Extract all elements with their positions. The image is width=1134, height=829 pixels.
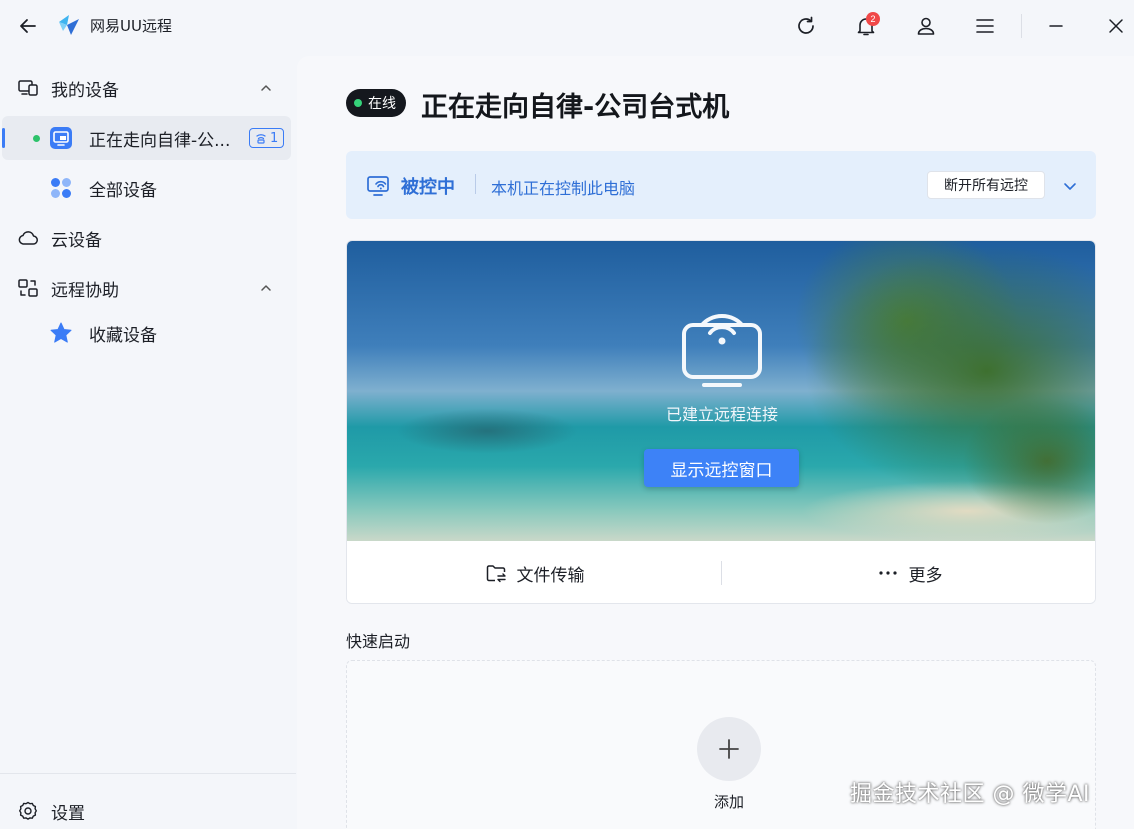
notification-badge: 2	[866, 12, 880, 26]
refresh-icon[interactable]	[791, 11, 821, 41]
sidebar-item-label: 正在走向自律-公...	[89, 130, 231, 151]
cloud-icon	[17, 227, 39, 249]
more-label: 更多	[908, 565, 943, 586]
sidebar: 我的设备 正在走向自律-公... 1 全部设备 云设备 远程协助 收藏设备 设置	[0, 52, 296, 829]
settings-label: 设置	[51, 803, 85, 824]
monitor-icon	[49, 126, 73, 150]
titlebar-divider	[1021, 14, 1022, 38]
user-icon[interactable]	[911, 11, 941, 41]
online-dot	[354, 99, 362, 107]
session-count: 1	[270, 130, 279, 146]
online-status-pill: 在线	[346, 89, 406, 117]
sidebar-label: 远程协助	[51, 280, 119, 301]
show-remote-window-button[interactable]: 显示远控窗口	[644, 449, 799, 487]
settings-button[interactable]: 设置	[0, 791, 296, 829]
sidebar-item-all-devices[interactable]: 全部设备	[0, 166, 292, 210]
more-button[interactable]: 更多	[722, 541, 1095, 603]
minimize-icon[interactable]	[1041, 11, 1071, 41]
remote-control-icon	[366, 173, 392, 199]
sidebar-divider	[0, 773, 296, 774]
online-status-label: 在线	[368, 96, 396, 112]
file-transfer-label: 文件传输	[516, 565, 585, 586]
sidebar-item-cloud-devices[interactable]: 云设备	[0, 216, 292, 260]
connection-status-text: 已建立远程连接	[665, 405, 778, 424]
menu-icon[interactable]	[970, 11, 1000, 41]
page-title: 正在走向自律-公司台式机	[421, 92, 730, 123]
title-bar: 网易UU远程 2	[0, 0, 1134, 52]
devices-icon	[17, 77, 39, 99]
star-icon	[49, 321, 73, 345]
sidebar-label: 云设备	[51, 230, 102, 251]
sidebar-group-remote-assist[interactable]: 远程协助	[0, 266, 292, 310]
chevron-up-icon[interactable]	[256, 78, 276, 98]
notification-button[interactable]: 2	[851, 11, 881, 41]
sidebar-group-my-devices[interactable]: 我的设备	[0, 66, 292, 110]
chevron-up-icon[interactable]	[256, 278, 276, 298]
app-title: 网易UU远程	[90, 17, 172, 35]
plus-icon	[717, 737, 741, 761]
sidebar-item-current-device[interactable]: 正在走向自律-公... 1	[2, 116, 291, 160]
controlled-state-label: 被控中	[401, 177, 455, 198]
uu-logo-icon	[57, 13, 81, 37]
file-transfer-button[interactable]: 文件传输	[347, 541, 722, 603]
sidebar-label: 我的设备	[51, 80, 119, 101]
gear-icon	[17, 800, 39, 822]
close-icon[interactable]	[1101, 11, 1131, 41]
add-quick-start-button[interactable]	[697, 717, 761, 781]
quick-start-title: 快速启动	[346, 632, 411, 651]
sidebar-item-label: 全部设备	[89, 180, 157, 201]
ellipsis-icon	[877, 562, 899, 584]
sidebar-item-label: 收藏设备	[89, 325, 157, 346]
online-status-dot	[33, 134, 40, 142]
card-actions: 文件传输 更多	[347, 541, 1095, 603]
main-panel: 在线 正在走向自律-公司台式机 被控中 本机正在控制此电脑 断开所有远控 已建立…	[297, 56, 1134, 829]
connection-icon	[256, 134, 266, 144]
session-count-chip: 1	[249, 128, 285, 148]
grid-dots-icon	[49, 176, 73, 200]
banner-separator	[475, 174, 476, 194]
chevron-down-icon[interactable]	[1059, 175, 1081, 197]
controlled-description: 本机正在控制此电脑	[491, 179, 636, 198]
sidebar-item-favorite-devices[interactable]: 收藏设备	[0, 311, 292, 355]
disconnect-all-button[interactable]: 断开所有远控	[927, 171, 1045, 199]
active-indicator	[2, 128, 5, 148]
remote-preview-card: 已建立远程连接 显示远控窗口 文件传输 更多	[346, 240, 1096, 604]
remote-assist-icon	[17, 277, 39, 299]
desktop-wallpaper: 已建立远程连接 显示远控窗口	[347, 241, 1095, 541]
wifi-screen-icon	[680, 299, 764, 389]
back-arrow-icon[interactable]	[14, 12, 42, 40]
folder-transfer-icon	[485, 562, 507, 584]
watermark: 掘金技术社区 @ 微学AI	[850, 782, 1091, 807]
controlled-status-banner: 被控中 本机正在控制此电脑 断开所有远控	[346, 151, 1096, 219]
